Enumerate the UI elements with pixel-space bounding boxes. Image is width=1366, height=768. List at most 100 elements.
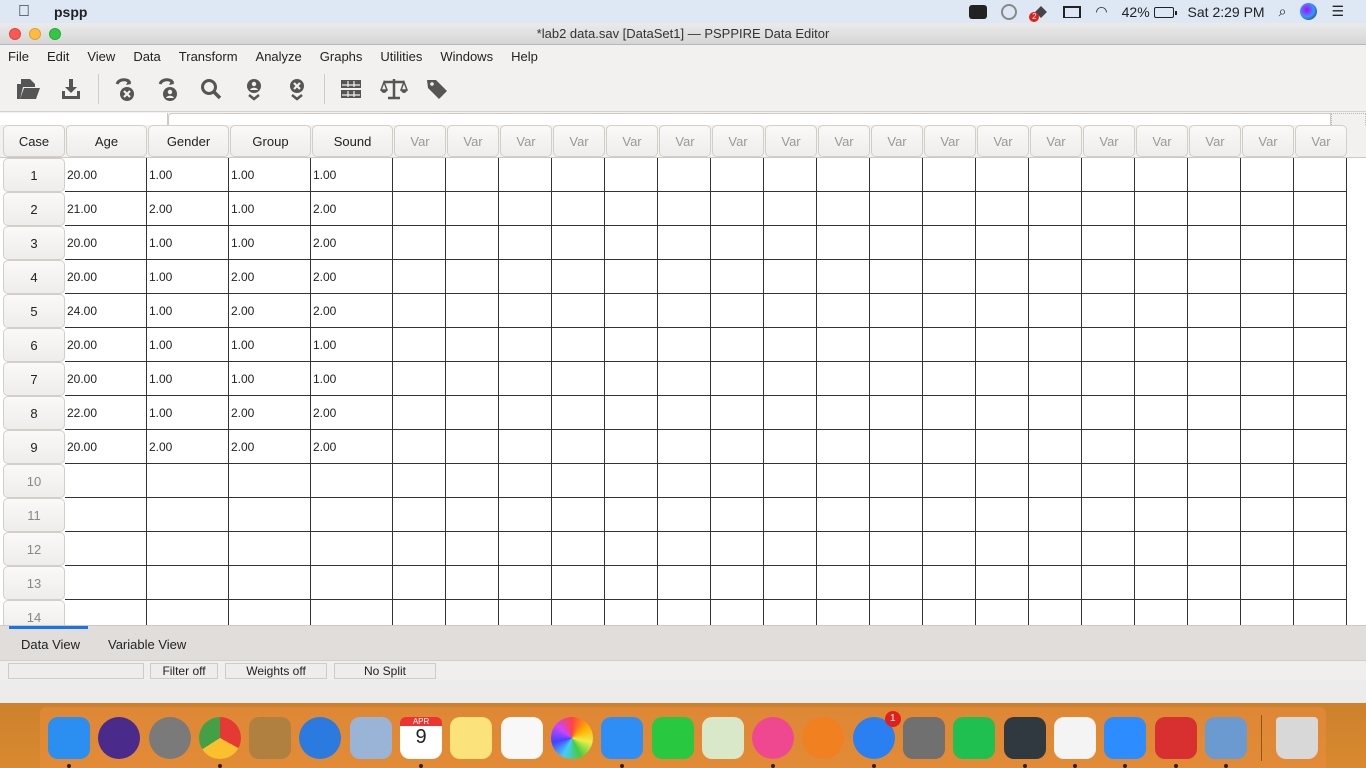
empty-data-cell[interactable] xyxy=(711,464,764,498)
data-cell-age[interactable]: 21.00 xyxy=(65,192,147,226)
empty-data-cell[interactable] xyxy=(764,294,817,328)
empty-data-cell[interactable] xyxy=(1294,498,1347,532)
empty-data-cell[interactable] xyxy=(658,430,711,464)
empty-data-cell[interactable] xyxy=(711,294,764,328)
notification-center-icon[interactable]: ☰ xyxy=(1331,3,1344,20)
data-cell-group[interactable] xyxy=(229,498,311,532)
value-labels-button[interactable] xyxy=(419,71,455,107)
empty-data-cell[interactable] xyxy=(1188,328,1241,362)
empty-data-cell[interactable] xyxy=(711,396,764,430)
empty-data-cell[interactable] xyxy=(393,328,446,362)
empty-data-cell[interactable] xyxy=(1029,498,1082,532)
data-cell-group[interactable]: 2.00 xyxy=(229,430,311,464)
downloader-dock-icon[interactable] xyxy=(953,716,996,759)
empty-data-cell[interactable] xyxy=(1294,396,1347,430)
column-header-empty-var[interactable]: Var xyxy=(659,125,711,157)
save-file-button[interactable] xyxy=(53,71,89,107)
empty-data-cell[interactable] xyxy=(552,532,605,566)
empty-data-cell[interactable] xyxy=(1029,226,1082,260)
empty-data-cell[interactable] xyxy=(658,328,711,362)
empty-data-cell[interactable] xyxy=(1294,430,1347,464)
empty-data-cell[interactable] xyxy=(923,192,976,226)
empty-data-cell[interactable] xyxy=(711,192,764,226)
maximize-window-button[interactable] xyxy=(49,27,61,40)
airplay-icon[interactable] xyxy=(1063,5,1082,18)
empty-data-cell[interactable] xyxy=(658,260,711,294)
column-header-empty-var[interactable]: Var xyxy=(1295,125,1347,157)
calendar-dock-icon[interactable]: APR 9 xyxy=(400,716,443,768)
empty-data-cell[interactable] xyxy=(446,532,499,566)
empty-data-cell[interactable] xyxy=(605,362,658,396)
empty-data-cell[interactable] xyxy=(552,498,605,532)
data-cell-age[interactable] xyxy=(65,600,147,625)
empty-data-cell[interactable] xyxy=(1082,260,1135,294)
empty-data-cell[interactable] xyxy=(446,464,499,498)
empty-data-cell[interactable] xyxy=(393,226,446,260)
empty-data-cell[interactable] xyxy=(605,328,658,362)
data-cell-gender[interactable]: 1.00 xyxy=(147,158,229,192)
empty-data-cell[interactable] xyxy=(1029,600,1082,625)
data-cell-sound[interactable] xyxy=(311,464,393,498)
empty-data-cell[interactable] xyxy=(446,362,499,396)
column-header-empty-var[interactable]: Var xyxy=(394,125,446,157)
empty-data-cell[interactable] xyxy=(976,464,1029,498)
empty-data-cell[interactable] xyxy=(923,498,976,532)
empty-data-cell[interactable] xyxy=(1029,430,1082,464)
empty-data-cell[interactable] xyxy=(393,430,446,464)
empty-data-cell[interactable] xyxy=(1082,158,1135,192)
empty-data-cell[interactable] xyxy=(1294,226,1347,260)
empty-data-cell[interactable] xyxy=(1029,158,1082,192)
empty-data-cell[interactable] xyxy=(658,226,711,260)
empty-data-cell[interactable] xyxy=(1294,158,1347,192)
empty-data-cell[interactable] xyxy=(1294,532,1347,566)
row-header[interactable]: 2 xyxy=(3,192,65,226)
data-cell-group[interactable] xyxy=(229,464,311,498)
data-cell-gender[interactable] xyxy=(147,464,229,498)
empty-data-cell[interactable] xyxy=(1135,532,1188,566)
row-header[interactable]: 9 xyxy=(3,430,65,464)
empty-data-cell[interactable] xyxy=(1241,430,1294,464)
empty-data-cell[interactable] xyxy=(605,498,658,532)
empty-data-cell[interactable] xyxy=(1082,362,1135,396)
minimize-window-button[interactable] xyxy=(29,27,41,40)
row-header[interactable]: 14 xyxy=(3,600,65,625)
data-cell-sound[interactable]: 2.00 xyxy=(311,294,393,328)
empty-data-cell[interactable] xyxy=(552,192,605,226)
empty-data-cell[interactable] xyxy=(923,158,976,192)
row-header[interactable]: 13 xyxy=(3,566,65,600)
empty-data-cell[interactable] xyxy=(764,532,817,566)
empty-data-cell[interactable] xyxy=(1082,464,1135,498)
empty-data-cell[interactable] xyxy=(1082,566,1135,600)
empty-data-cell[interactable] xyxy=(976,158,1029,192)
empty-data-cell[interactable] xyxy=(552,566,605,600)
empty-data-cell[interactable] xyxy=(446,430,499,464)
empty-data-cell[interactable] xyxy=(1188,600,1241,625)
empty-data-cell[interactable] xyxy=(446,566,499,600)
data-cell-gender[interactable]: 1.00 xyxy=(147,396,229,430)
finder-dock-icon[interactable] xyxy=(48,716,90,768)
empty-data-cell[interactable] xyxy=(658,566,711,600)
mail-dock-icon[interactable] xyxy=(349,716,392,759)
empty-data-cell[interactable] xyxy=(764,158,817,192)
data-cell-age[interactable] xyxy=(65,464,147,498)
empty-data-cell[interactable] xyxy=(1241,226,1294,260)
column-header-empty-var[interactable]: Var xyxy=(712,125,764,157)
data-cell-gender[interactable] xyxy=(147,498,229,532)
empty-data-cell[interactable] xyxy=(605,532,658,566)
data-cell-sound[interactable]: 2.00 xyxy=(311,396,393,430)
empty-data-cell[interactable] xyxy=(817,566,870,600)
empty-data-cell[interactable] xyxy=(923,226,976,260)
empty-data-cell[interactable] xyxy=(1082,396,1135,430)
app-store-dock-icon[interactable]: 1 xyxy=(852,710,901,768)
empty-data-cell[interactable] xyxy=(976,192,1029,226)
empty-data-cell[interactable] xyxy=(393,464,446,498)
empty-data-cell[interactable] xyxy=(976,566,1029,600)
empty-data-cell[interactable] xyxy=(1241,328,1294,362)
empty-data-cell[interactable] xyxy=(1188,260,1241,294)
empty-data-cell[interactable] xyxy=(605,226,658,260)
data-cell-age[interactable] xyxy=(65,532,147,566)
empty-data-cell[interactable] xyxy=(446,328,499,362)
data-cell-group[interactable]: 1.00 xyxy=(229,192,311,226)
data-cell-age[interactable] xyxy=(65,498,147,532)
empty-data-cell[interactable] xyxy=(1188,396,1241,430)
